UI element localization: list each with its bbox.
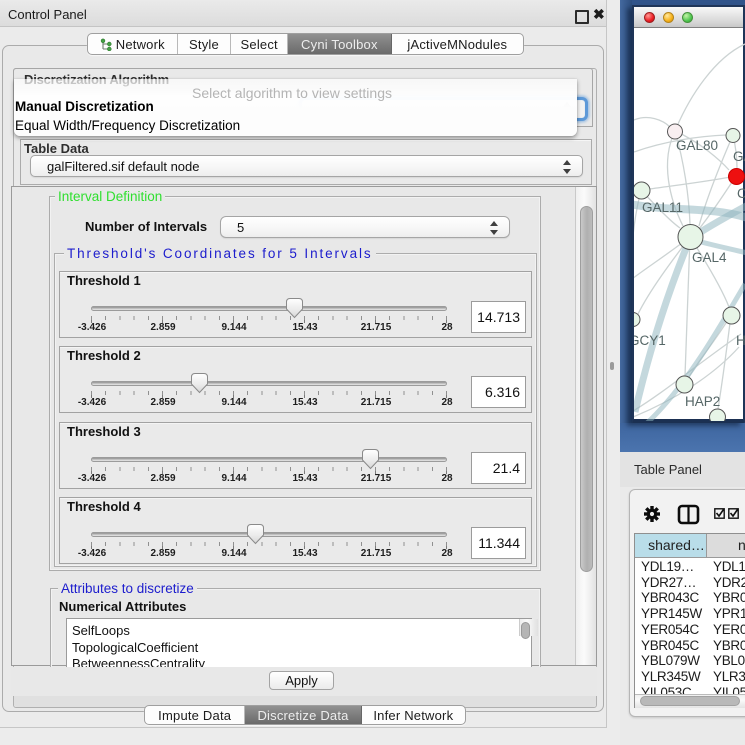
svg-text:C: C: [737, 186, 745, 201]
svg-text:HAP2: HAP2: [685, 394, 720, 409]
svg-text:GAL11: GAL11: [642, 200, 683, 215]
svg-text:GCY1: GCY1: [634, 333, 666, 348]
svg-text:GA: GA: [733, 149, 745, 164]
svg-text:GAL80: GAL80: [676, 138, 718, 153]
svg-text:GAL4: GAL4: [692, 250, 727, 265]
svg-text:H: H: [736, 333, 745, 348]
